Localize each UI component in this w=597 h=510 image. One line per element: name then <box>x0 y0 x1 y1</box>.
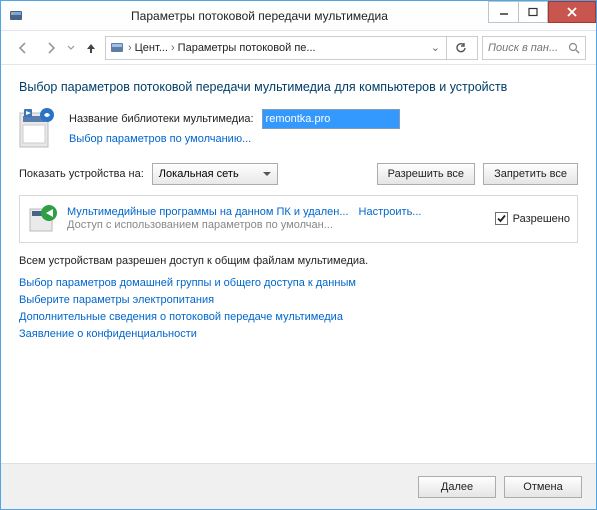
privacy-link[interactable]: Заявление о конфиденциальности <box>19 328 578 340</box>
content-area: Выбор параметров потоковой передачи муль… <box>1 65 596 463</box>
forward-button <box>39 36 63 60</box>
homegroup-link[interactable]: Выбор параметров домашней группы и общег… <box>19 277 578 289</box>
device-allowed-checkbox[interactable] <box>495 212 508 225</box>
block-all-button[interactable]: Запретить все <box>483 163 578 185</box>
next-button[interactable]: Далее <box>418 476 496 498</box>
device-list-item: Мультимедийные программы на данном ПК и … <box>19 195 578 243</box>
library-name-input[interactable] <box>262 109 400 129</box>
breadcrumb-seg2[interactable]: Параметры потоковой пе... <box>178 42 316 54</box>
library-icon <box>19 107 57 149</box>
history-dropdown-icon[interactable] <box>67 42 77 54</box>
chevron-down-icon[interactable]: ⌄ <box>431 41 440 54</box>
footer: Далее Отмена <box>1 463 596 509</box>
refresh-button[interactable] <box>446 36 474 60</box>
more-info-link[interactable]: Дополнительные сведения о потоковой пере… <box>19 311 578 323</box>
chevron-right-icon: › <box>128 42 132 54</box>
allow-all-button[interactable]: Разрешить все <box>377 163 475 185</box>
device-subtitle: Доступ с использованием параметров по ум… <box>67 219 487 231</box>
app-icon <box>8 8 24 24</box>
network-select-value: Локальная сеть <box>159 168 239 180</box>
device-info: Мультимедийные программы на данном ПК и … <box>67 206 487 231</box>
network-select[interactable]: Локальная сеть <box>152 163 278 185</box>
breadcrumb-seg1[interactable]: Цент... <box>135 42 168 54</box>
device-icon <box>27 203 59 235</box>
titlebar: Параметры потоковой передачи мультимедиа <box>1 1 596 31</box>
minimize-button[interactable] <box>488 1 518 23</box>
device-configure-link[interactable]: Настроить... <box>359 206 422 218</box>
library-fields: Название библиотеки мультимедиа: Выбор п… <box>69 107 578 145</box>
page-heading: Выбор параметров потоковой передачи муль… <box>19 79 578 97</box>
defaults-link[interactable]: Выбор параметров по умолчанию... <box>69 133 251 145</box>
dialog-window: Параметры потоковой передачи мультимедиа… <box>0 0 597 510</box>
back-button[interactable] <box>11 36 35 60</box>
system-buttons <box>488 1 596 23</box>
maximize-button[interactable] <box>518 1 548 23</box>
library-name-label: Название библиотеки мультимедиа: <box>69 113 254 125</box>
show-devices-row: Показать устройства на: Локальная сеть Р… <box>19 163 578 185</box>
chevron-right-icon: › <box>171 42 175 54</box>
up-button[interactable] <box>81 36 101 60</box>
location-icon <box>109 40 125 56</box>
address-bar[interactable]: › Цент... › Параметры потоковой пе... ⌄ <box>105 36 478 60</box>
device-permission: Разрешено <box>495 212 570 225</box>
library-section: Название библиотеки мультимедиа: Выбор п… <box>19 107 578 149</box>
window-title: Параметры потоковой передачи мультимедиа <box>31 9 488 23</box>
search-box[interactable] <box>482 36 586 60</box>
cancel-button[interactable]: Отмена <box>504 476 582 498</box>
search-input[interactable] <box>488 42 565 54</box>
device-title-link[interactable]: Мультимедийные программы на данном ПК и … <box>67 206 349 218</box>
power-link[interactable]: Выберите параметры электропитания <box>19 294 578 306</box>
search-icon <box>568 42 580 54</box>
bottom-links: Выбор параметров домашней группы и общег… <box>19 277 578 340</box>
device-allowed-label: Разрешено <box>513 213 570 225</box>
show-devices-label: Показать устройства на: <box>19 168 144 180</box>
nav-toolbar: › Цент... › Параметры потоковой пе... ⌄ <box>1 31 596 65</box>
status-text: Всем устройствам разрешен доступ к общим… <box>19 255 578 267</box>
close-button[interactable] <box>548 1 596 23</box>
